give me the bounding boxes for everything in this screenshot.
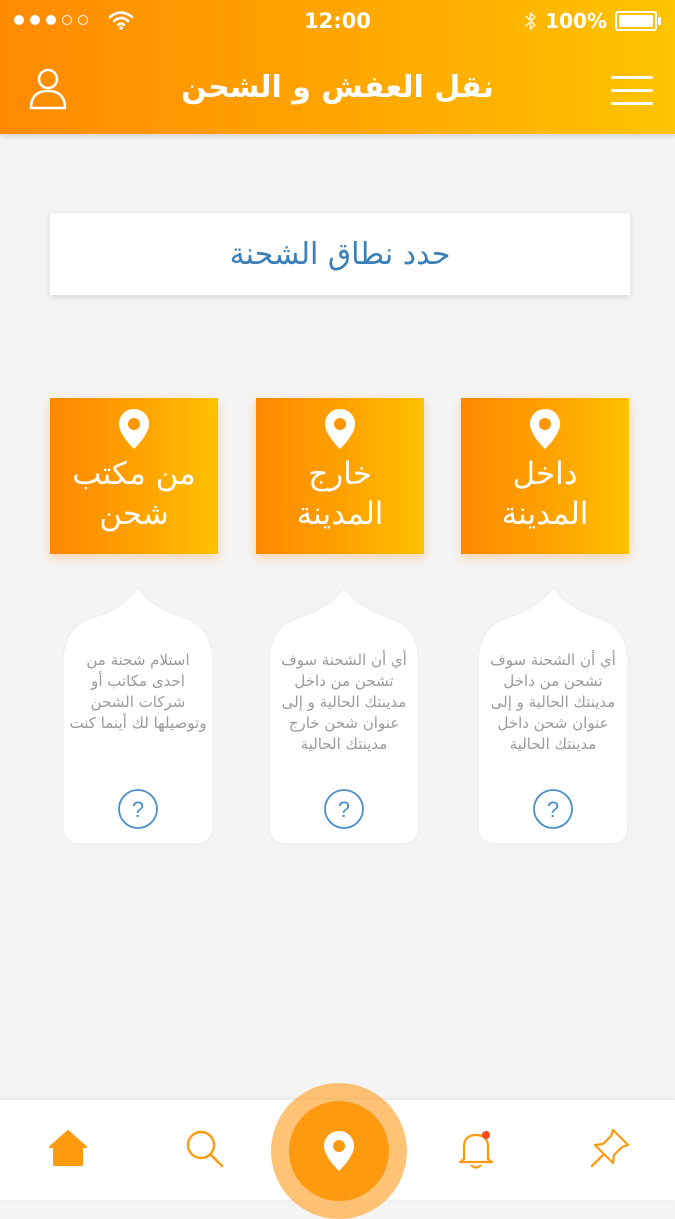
hamburger-icon (611, 102, 653, 105)
help-button[interactable]: ? (476, 788, 630, 830)
help-symbol: ? (132, 797, 144, 822)
question-icon: ? (324, 789, 364, 829)
shipment-scope-select[interactable]: حدد نطاق الشحنة (50, 213, 630, 295)
help-symbol: ? (338, 797, 350, 822)
menu-button[interactable] (611, 76, 653, 106)
tab-home[interactable] (46, 1126, 90, 1170)
page-title: نقل العفش و الشحن (181, 70, 494, 105)
option-description-card: أي أن الشحنة سوف تشحن من داخل مدينتك الح… (267, 588, 421, 846)
shipment-scope-label: حدد نطاق الشحنة (229, 236, 451, 272)
status-bar: 12:00 100% (0, 0, 675, 42)
option-description-card: أي أن الشحنة سوف تشحن من داخل مدينتك الح… (476, 588, 630, 846)
option-description: أي أن الشحنة سوف تشحن من داخل مدينتك الح… (281, 651, 407, 753)
option-shipping-office[interactable]: من مكتب شحن (50, 398, 218, 554)
header-bar: 12:00 100% نقل العفش و الشحن (0, 0, 675, 134)
notification-bell-icon (458, 1131, 494, 1169)
location-pin-icon (324, 1131, 354, 1171)
location-pin-icon (50, 408, 218, 450)
question-icon: ? (533, 789, 573, 829)
tab-notifications[interactable] (454, 1126, 498, 1170)
search-icon (186, 1130, 224, 1168)
help-button[interactable]: ? (267, 788, 421, 830)
option-description-card: استلام شحنة من احدى مكاتب أو شركات الشحن… (61, 588, 215, 846)
hamburger-icon (611, 89, 653, 92)
location-fab-button[interactable] (289, 1101, 389, 1201)
hamburger-icon (611, 76, 653, 79)
tab-search[interactable] (182, 1126, 226, 1170)
option-inside-city[interactable]: داخل المدينة (461, 398, 629, 554)
option-title: من مكتب شحن (72, 456, 196, 532)
location-pin-icon (256, 408, 424, 450)
help-symbol: ? (547, 797, 559, 822)
battery-icon (615, 11, 661, 31)
option-description: استلام شحنة من احدى مكاتب أو شركات الشحن… (69, 651, 207, 732)
question-icon: ? (118, 789, 158, 829)
bluetooth-icon (525, 12, 537, 30)
battery-percent: 100% (545, 9, 607, 33)
tab-pinned[interactable] (588, 1126, 632, 1170)
location-pin-icon (461, 408, 629, 450)
option-title: خارج المدينة (296, 456, 384, 532)
option-description: أي أن الشحنة سوف تشحن من داخل مدينتك الح… (490, 651, 616, 753)
option-outside-city[interactable]: خارج المدينة (256, 398, 424, 554)
home-icon (49, 1130, 87, 1166)
status-right: 100% (525, 9, 661, 33)
option-title: داخل المدينة (501, 456, 589, 532)
help-button[interactable]: ? (61, 788, 215, 830)
pushpin-icon (590, 1128, 630, 1168)
